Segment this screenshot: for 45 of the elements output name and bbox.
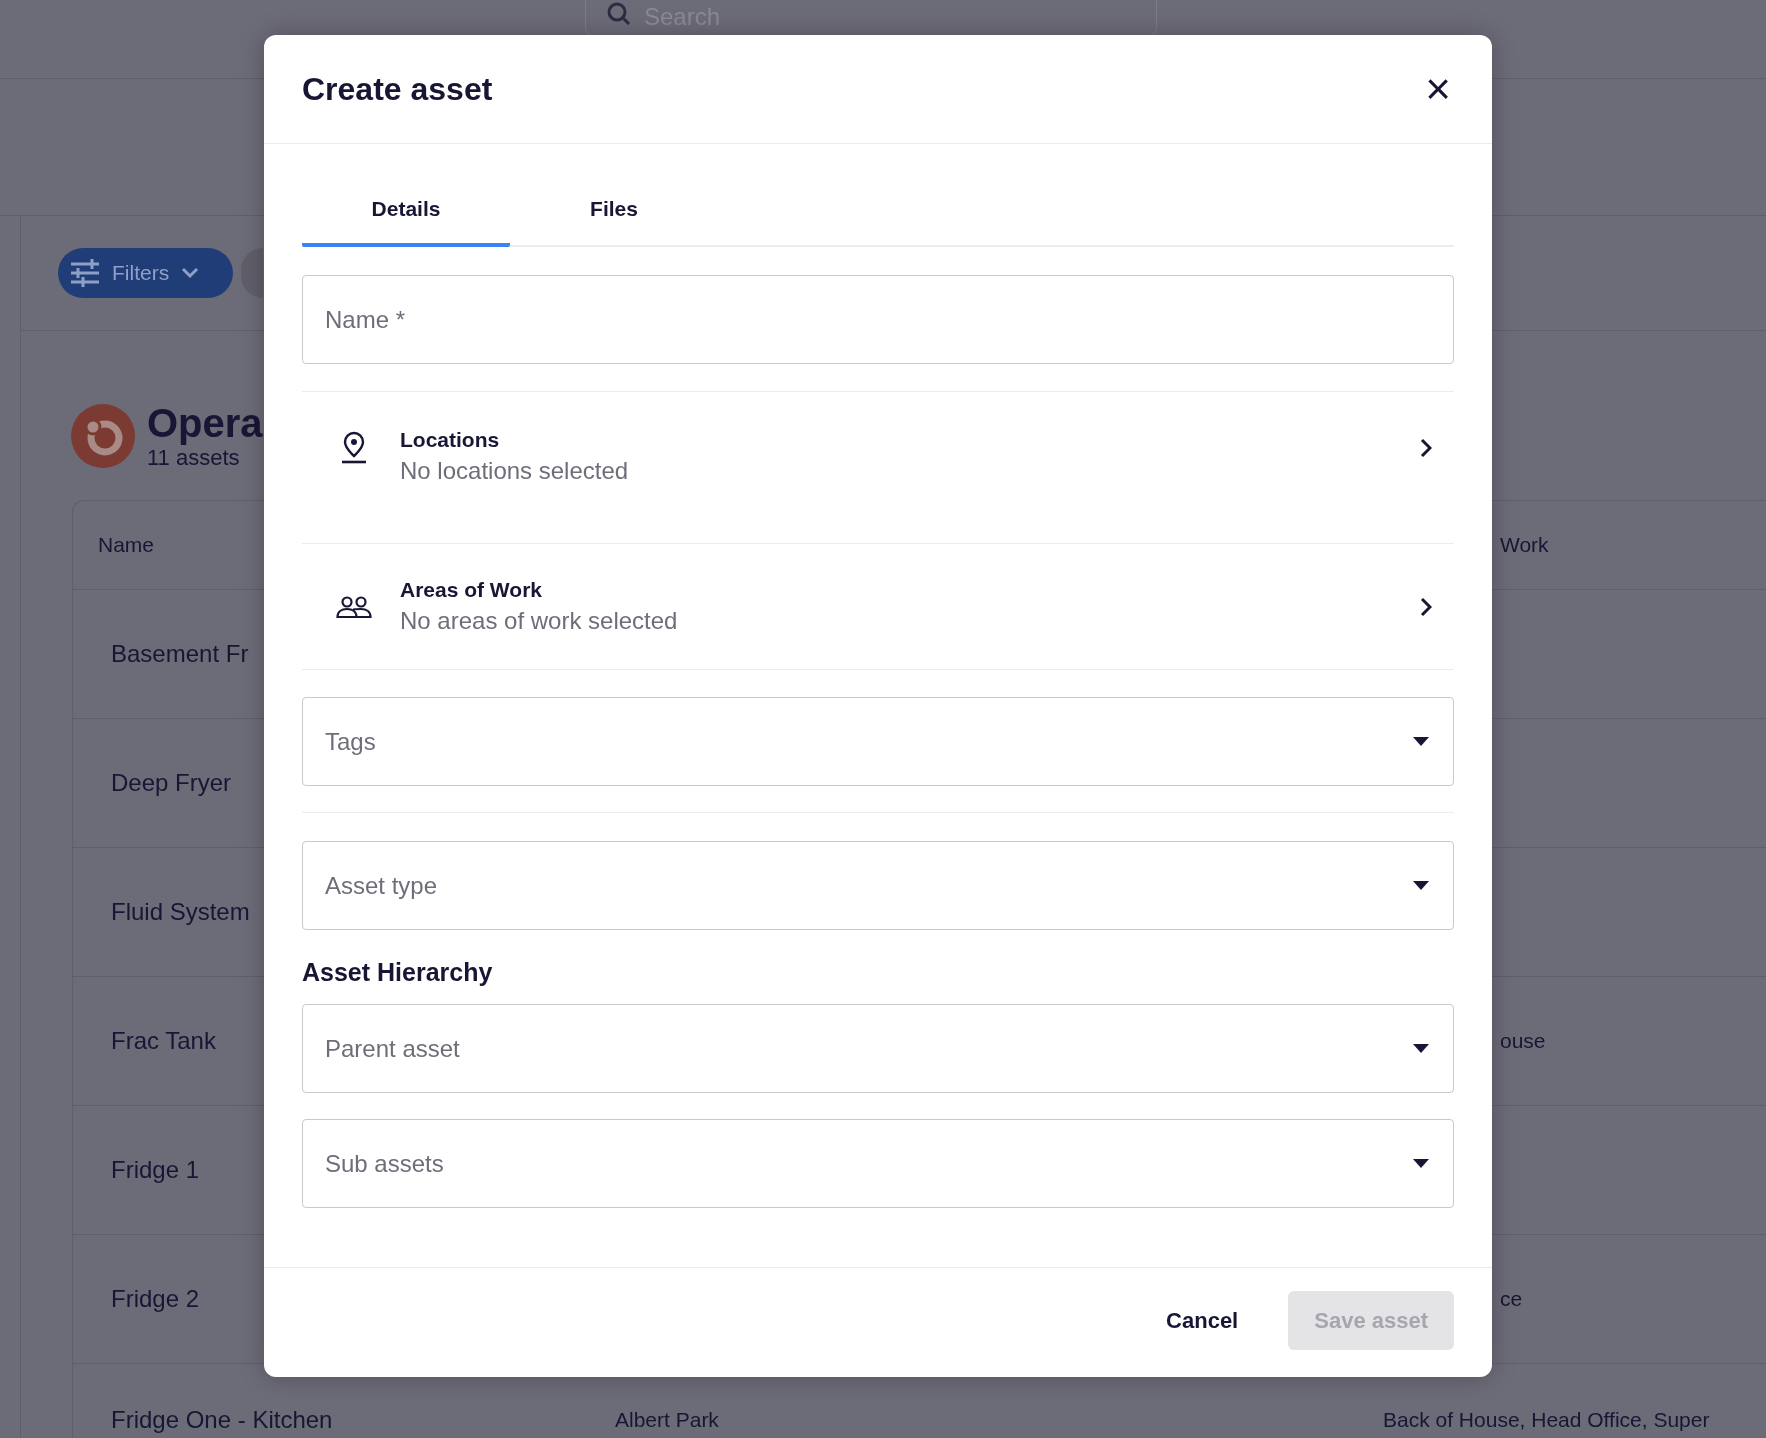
map-pin-icon (341, 430, 367, 464)
picker-value: No areas of work selected (400, 605, 679, 636)
chevron-right-icon (1420, 596, 1432, 617)
people-icon (336, 594, 372, 619)
picker-label: Locations (400, 427, 501, 453)
table-cell: Basement Fr (111, 639, 249, 667)
column-header: Work (1500, 533, 1549, 557)
picker-row[interactable]: Locations No locations selected (302, 392, 1454, 544)
caret-down-icon (1413, 881, 1429, 890)
caret-down-icon (1413, 737, 1429, 746)
name-field[interactable]: Name * (302, 275, 1454, 364)
picker-row[interactable]: Areas of Work No areas of work selected (302, 544, 1454, 670)
select-field[interactable]: Sub assets (302, 1119, 1454, 1208)
select-field[interactable]: Parent asset (302, 1004, 1454, 1093)
table-cell: ouse (1500, 1029, 1546, 1052)
table-cell: Fridge One - Kitchen (111, 1406, 333, 1433)
table-cell: Albert Park (615, 1408, 719, 1431)
caret-down-icon (1413, 1159, 1429, 1168)
table-cell: Back of House, Head Office, Super (1383, 1408, 1710, 1431)
tab[interactable]: Files (510, 178, 718, 247)
asset-count: 11 assets (147, 444, 240, 471)
table-cell: Fridge 2 (111, 1284, 200, 1312)
dialog-title: Create asset (302, 70, 493, 109)
chevron-right-icon (1420, 438, 1432, 458)
chevron-down-icon (181, 267, 200, 279)
table-cell: Fluid System (111, 897, 250, 925)
logo-icon (71, 403, 135, 468)
select-field[interactable]: Asset type (302, 841, 1454, 930)
table-cell: ce (1500, 1287, 1523, 1310)
sliders-icon (70, 259, 100, 287)
close-button[interactable]: × (1420, 71, 1456, 107)
table-cell: Deep Fryer (111, 768, 232, 796)
caret-down-icon (1413, 1044, 1429, 1053)
column-header: Name (98, 533, 155, 557)
section-heading: Asset Hierarchy (302, 957, 494, 988)
table-cell: Fridge 1 (111, 1155, 200, 1183)
filter-chip[interactable] (241, 248, 263, 298)
table-cell: Frac Tank (111, 1026, 216, 1054)
select-field[interactable]: Tags (302, 697, 1454, 786)
search-icon (606, 1, 632, 27)
picker-value: No locations selected (400, 456, 630, 486)
picker-label: Areas of Work (400, 576, 543, 603)
tab[interactable]: Details (302, 178, 510, 247)
filters-button[interactable]: Filters (58, 248, 233, 298)
group-title: Opera (147, 400, 263, 445)
